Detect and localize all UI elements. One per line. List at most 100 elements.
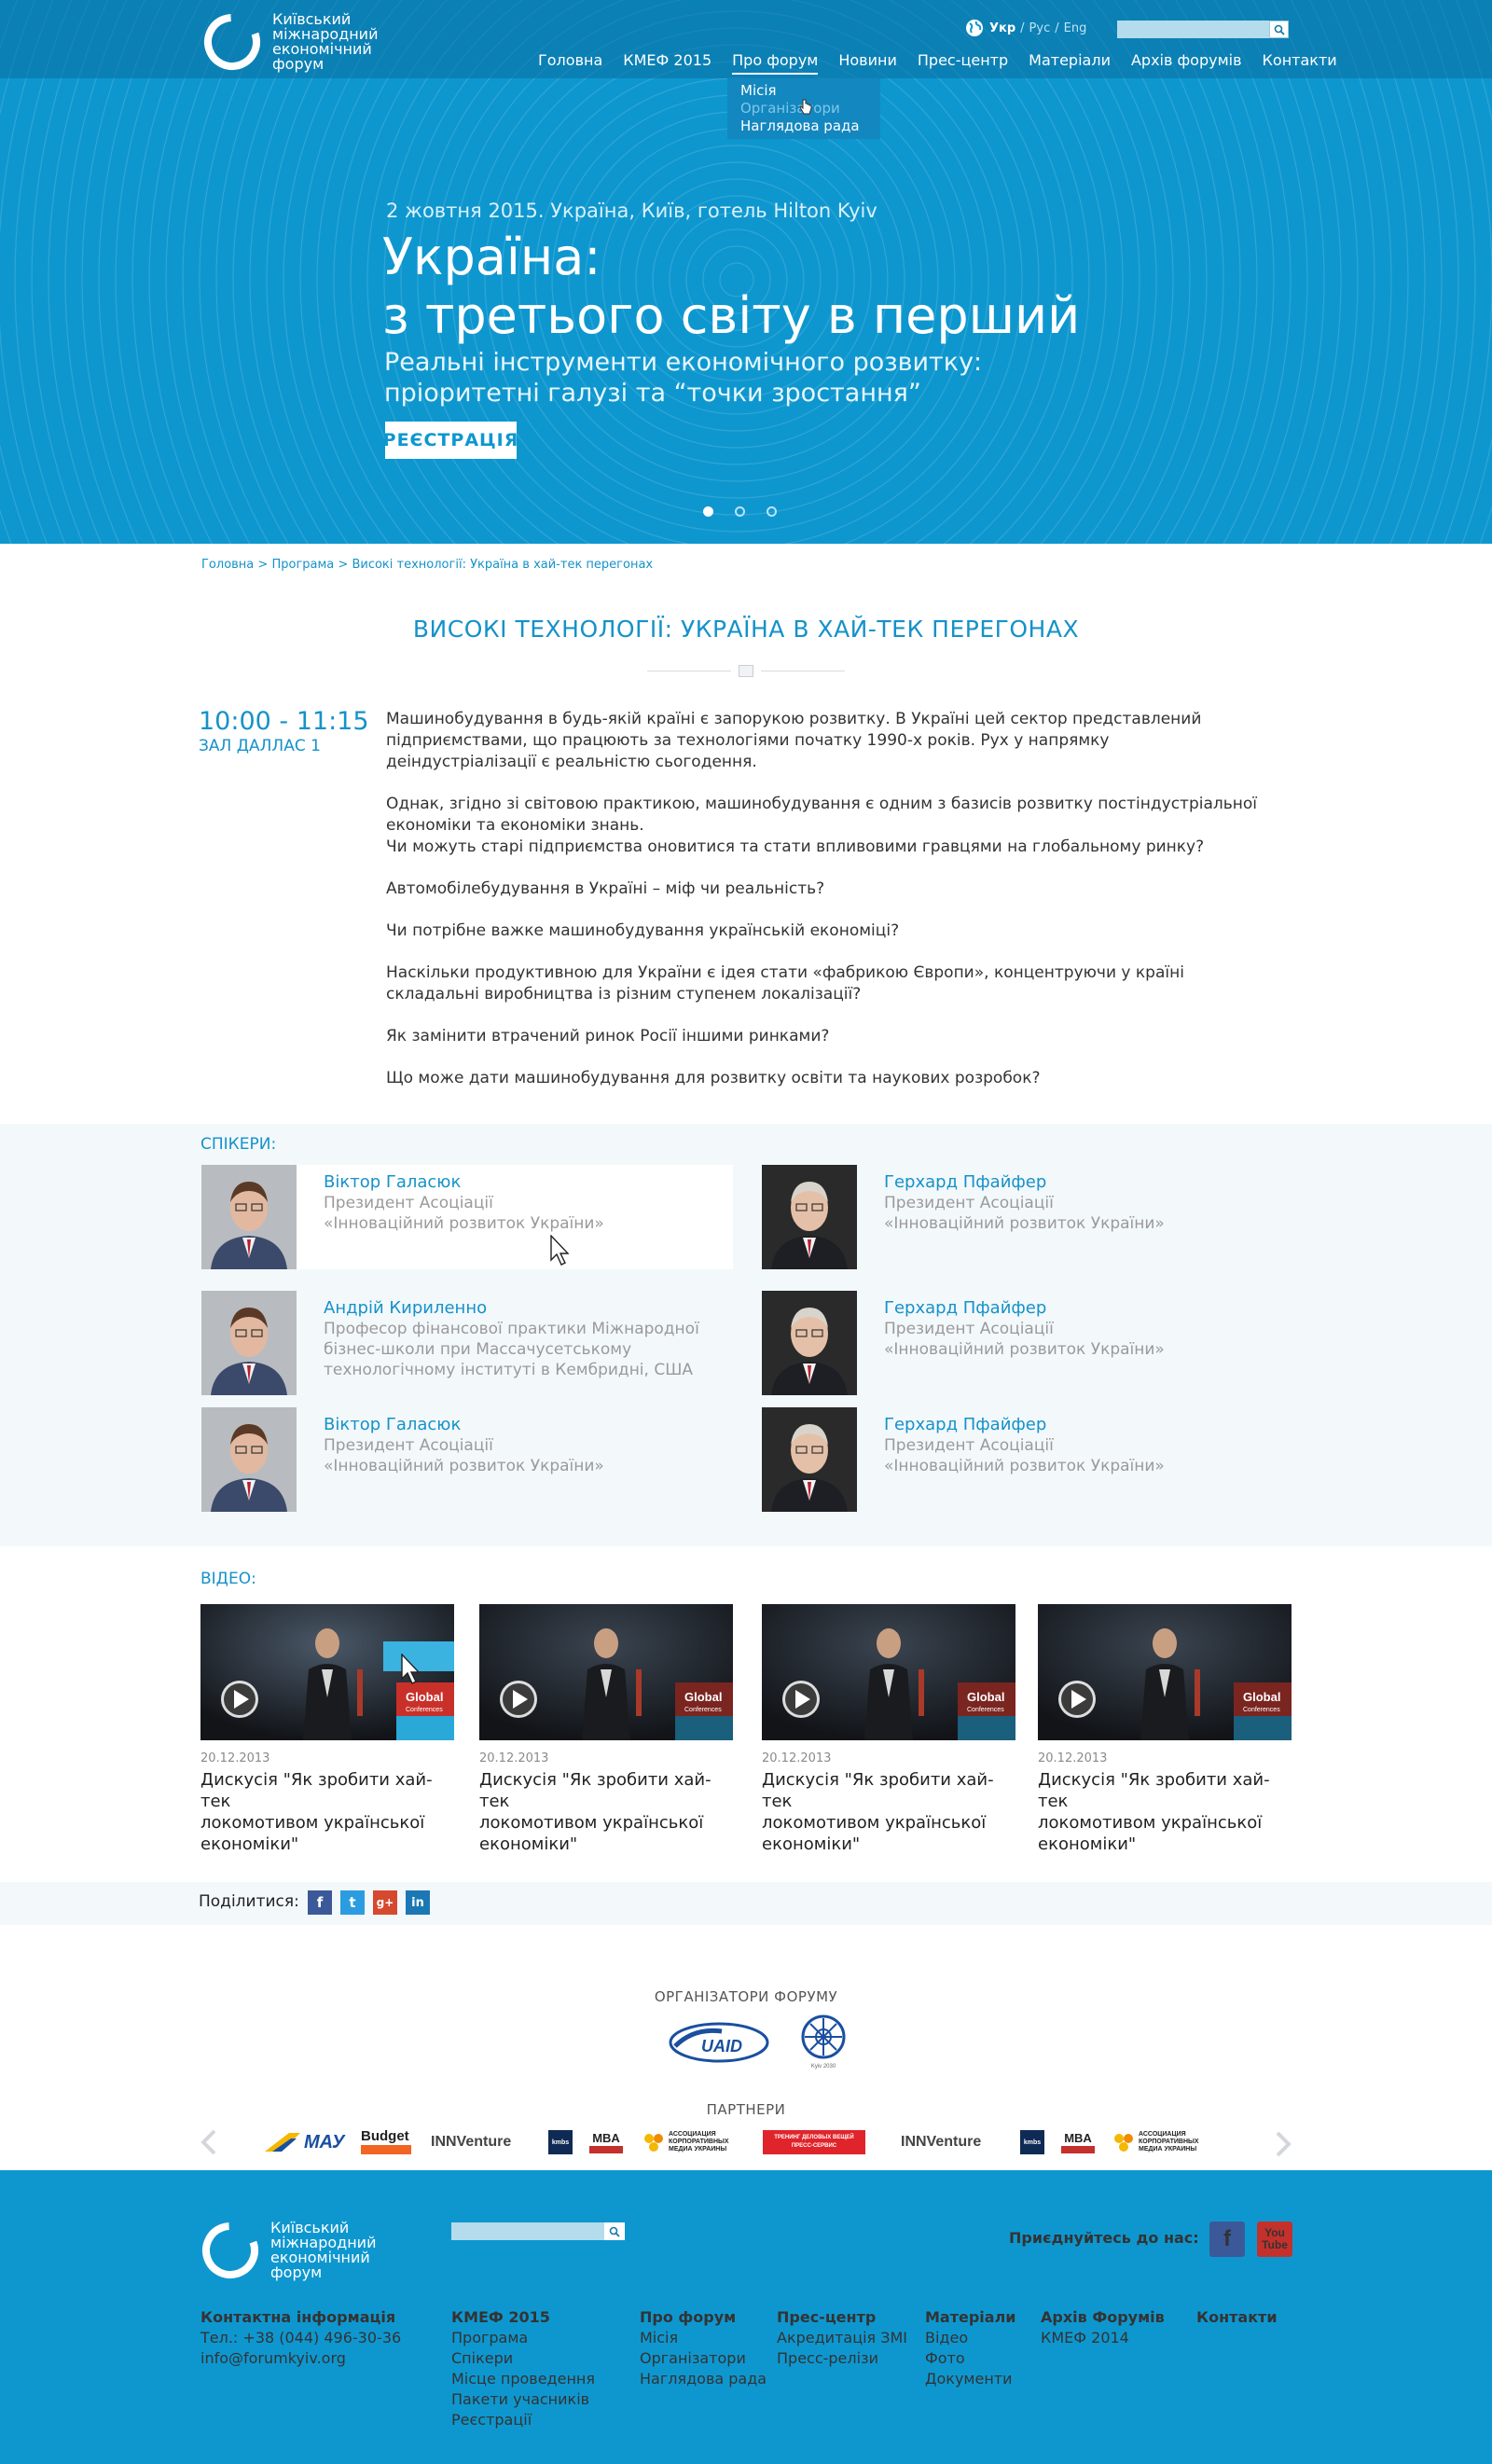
footer-nav-heading[interactable]: Прес-центр: [777, 2307, 907, 2328]
footer-nav-link[interactable]: Акредитація ЗМІ: [777, 2328, 907, 2348]
speaker-card[interactable]: Віктор Галасюк Президент Асоціації «Іннова…: [201, 1165, 733, 1269]
speaker-name[interactable]: Герхард Пфайфер: [884, 1298, 1165, 1319]
footer-nav-heading[interactable]: Про форум: [640, 2307, 767, 2328]
twitter-share-icon[interactable]: t: [340, 1890, 365, 1915]
kyiv-2030-logo[interactable]: Kyiv 2030: [797, 2013, 850, 2070]
speaker-card[interactable]: Герхард Пфайфер Президент Асоціації «Іннов…: [762, 1291, 1293, 1395]
footer-nav-link[interactable]: Реєстрації: [451, 2410, 595, 2430]
video-thumbnail[interactable]: Global Conferences: [762, 1604, 1015, 1740]
footer-nav-link[interactable]: Пакети учасників: [451, 2389, 595, 2410]
youtube-icon[interactable]: You Tube: [1257, 2222, 1292, 2257]
slider-dot[interactable]: [735, 506, 745, 517]
search-input[interactable]: [1117, 21, 1269, 38]
footer-nav-link[interactable]: Місце проведення: [451, 2369, 595, 2389]
speaker-card[interactable]: Герхард Пфайфер Президент Асоціації «Іннов…: [762, 1165, 1293, 1269]
footer-nav-link[interactable]: Наглядова рада: [640, 2369, 767, 2389]
partner-logo-assoc[interactable]: АССОЦИАЦИЯ КОРПОРАТИВНЫХ МЕДИА УКРАИНЫ: [642, 2126, 729, 2158]
video-card[interactable]: Global Conferences 20.12.2013 Дискусія "Як …: [479, 1604, 733, 1855]
video-title[interactable]: Дискусія "Як зробити хай-тек локомотивом …: [200, 1769, 454, 1855]
footer-search-button[interactable]: [604, 2222, 625, 2240]
lang-ukr[interactable]: Укр: [989, 21, 1015, 35]
video-thumbnail[interactable]: Global Conferences: [479, 1604, 733, 1740]
video-card[interactable]: Global Conferences 20.12.2013 Дискусія "Як …: [762, 1604, 1015, 1855]
partner-logo-red[interactable]: ТРЕНИНГ ДЕЛОВЫХ ВЕЩЕЙ ПРЕСС-СЕРВИС: [763, 2126, 865, 2158]
googleplus-share-icon[interactable]: g+: [373, 1890, 397, 1915]
video-card[interactable]: Global Conferences 20.12.2013 Дискусія "Як …: [200, 1604, 454, 1855]
slider-dot[interactable]: [703, 506, 713, 517]
breadcrumb-home[interactable]: Головна: [201, 558, 254, 572]
facebook-share-icon[interactable]: f: [308, 1890, 332, 1915]
nav-item-contacts[interactable]: Контакти: [1263, 51, 1337, 75]
partner-logo-kmbs[interactable]: kmbs: [548, 2126, 573, 2158]
footer-nav-heading[interactable]: КМЕФ 2015: [451, 2307, 595, 2328]
partner-logo-mau[interactable]: МАУ: [263, 2126, 344, 2158]
footer-nav-heading[interactable]: Архів Форумів: [1041, 2307, 1165, 2328]
video-card[interactable]: Global Conferences 20.12.2013 Дискусія "Як …: [1038, 1604, 1292, 1855]
footer-nav-link[interactable]: КМЕФ 2014: [1041, 2328, 1165, 2348]
footer-nav-link[interactable]: Спікери: [451, 2348, 595, 2369]
nav-item-materials[interactable]: Матеріали: [1029, 51, 1111, 75]
speaker-name[interactable]: Віктор Галасюк: [324, 1172, 604, 1193]
partner-logo-assoc[interactable]: АССОЦИАЦИЯ КОРПОРАТИВНЫХ МЕДИА УКРАИНЫ: [1112, 2126, 1199, 2158]
speaker-name[interactable]: Андрій Кириленно: [324, 1298, 699, 1319]
speaker-name[interactable]: Герхард Пфайфер: [884, 1415, 1165, 1435]
video-title[interactable]: Дискусія "Як зробити хай-тек локомотивом …: [1038, 1769, 1292, 1855]
hero-title: Україна: з третього світу в перший: [382, 228, 1080, 345]
facebook-icon[interactable]: f: [1209, 2222, 1245, 2257]
footer-nav-link[interactable]: Відео: [925, 2328, 1016, 2348]
partner-logo-mba[interactable]: MBA: [589, 2126, 623, 2158]
partner-logo-kmbs[interactable]: kmbs: [1020, 2126, 1044, 2158]
partner-logo-innventure[interactable]: INNVenture: [431, 2126, 511, 2158]
nav-item-about[interactable]: Про форум: [732, 51, 819, 75]
nav-item-archive[interactable]: Архів форумів: [1131, 51, 1242, 75]
footer-search-input[interactable]: [451, 2222, 604, 2240]
partner-logo-mba[interactable]: MBA: [1061, 2126, 1095, 2158]
speaker-card[interactable]: Віктор Галасюк Президент Асоціації «Іннова…: [201, 1407, 733, 1512]
linkedin-share-icon[interactable]: in: [406, 1890, 430, 1915]
nav-item-home[interactable]: Головна: [538, 51, 602, 75]
footer-nav-link[interactable]: Документи: [925, 2369, 1016, 2389]
footer-nav-heading[interactable]: Матеріали: [925, 2307, 1016, 2328]
partner-logo-budget[interactable]: Budget: [361, 2126, 411, 2158]
mba-logo-stripe: [1061, 2145, 1095, 2153]
partner-logo-innventure[interactable]: INNVenture: [901, 2126, 981, 2158]
speaker-card[interactable]: Андрій Кириленно Професор фінансової прак…: [201, 1291, 733, 1395]
footer-nav-link[interactable]: Організатори: [640, 2348, 767, 2369]
speaker-info: Андрій Кириленно Професор фінансової прак…: [324, 1298, 699, 1395]
dropdown-item-mission[interactable]: Місія: [740, 82, 867, 100]
speaker-card[interactable]: Герхард Пфайфер Президент Асоціації «Іннов…: [762, 1407, 1293, 1512]
breadcrumb-program[interactable]: Програма: [271, 558, 334, 572]
footer-email[interactable]: info@forumkyiv.org: [200, 2348, 401, 2369]
chevron-right-icon[interactable]: [1272, 2130, 1294, 2158]
video-title-line: локомотивом української: [479, 1813, 704, 1833]
chevron-left-icon[interactable]: [198, 2128, 220, 2156]
search-icon: [1274, 24, 1285, 35]
footer-nav-link[interactable]: Фото: [925, 2348, 1016, 2369]
lang-rus[interactable]: Рус: [1029, 21, 1051, 35]
nav-item-news[interactable]: Новини: [838, 51, 897, 75]
session-time: 10:00 - 11:15: [199, 707, 369, 736]
footer-nav-link[interactable]: Пресс-релізи: [777, 2348, 907, 2369]
speaker-role: Професор фінансової практики Міжнародної: [324, 1320, 699, 1338]
hero-subtitle-line: пріоритетні галузі та “точки зростання”: [384, 379, 921, 408]
video-title[interactable]: Дискусія "Як зробити хай-тек локомотивом …: [479, 1769, 733, 1855]
footer-logo[interactable]: Київський міжнародний економічний форум: [200, 2220, 392, 2281]
uaid-logo[interactable]: UAID: [668, 2020, 770, 2065]
speaker-name[interactable]: Герхард Пфайфер: [884, 1172, 1165, 1193]
footer-nav-column: Матеріали Відео Фото Документи: [925, 2307, 1016, 2389]
footer-nav-link[interactable]: Програма: [451, 2328, 595, 2348]
site-logo[interactable]: Київський міжнародний економічний форум: [201, 11, 394, 73]
video-thumbnail[interactable]: Global Conferences: [1038, 1604, 1292, 1740]
speaker-name[interactable]: Віктор Галасюк: [324, 1415, 604, 1435]
video-title[interactable]: Дискусія "Як зробити хай-тек локомотивом …: [762, 1769, 1015, 1855]
dropdown-item-board[interactable]: Наглядова рада: [740, 118, 867, 135]
lang-eng[interactable]: Eng: [1064, 21, 1087, 35]
nav-item-press[interactable]: Прес-центр: [918, 51, 1008, 75]
search-button[interactable]: [1269, 21, 1289, 38]
slider-dot[interactable]: [767, 506, 777, 517]
footer-nav-link[interactable]: Місія: [640, 2328, 767, 2348]
nav-item-kmef-2015[interactable]: КМЕФ 2015: [623, 51, 711, 75]
mba-logo-text: MBA: [592, 2130, 620, 2145]
register-button[interactable]: РЕЄСТРАЦІЯ: [383, 422, 518, 459]
footer-nav-heading[interactable]: Контакти: [1196, 2307, 1278, 2328]
